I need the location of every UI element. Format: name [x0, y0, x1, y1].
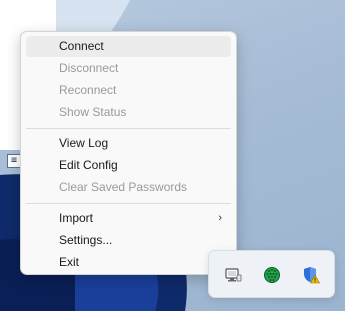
menu-item-view-log[interactable]: View Log: [26, 133, 231, 154]
menu-lines-icon[interactable]: ≡: [7, 154, 21, 168]
openvpn-globe-icon[interactable]: [263, 266, 281, 284]
chevron-right-icon: ›: [218, 212, 222, 224]
menu-item-label: View Log: [59, 136, 109, 150]
menu-item-exit[interactable]: Exit: [26, 252, 231, 273]
menu-item-show-status: Show Status: [26, 102, 231, 123]
menu-item-label: Import: [59, 211, 94, 225]
menu-item-edit-config[interactable]: Edit Config: [26, 155, 231, 176]
menu-item-disconnect: Disconnect: [26, 58, 231, 79]
menu-item-label: Disconnect: [59, 61, 119, 75]
menu-item-label: Exit: [59, 255, 80, 269]
tray-overflow-flyout: [208, 250, 335, 298]
menu-item-label: Show Status: [59, 105, 127, 119]
menu-item-reconnect: Reconnect: [26, 80, 231, 101]
menu-item-label: Connect: [59, 39, 104, 53]
menu-item-label: Edit Config: [59, 158, 118, 172]
menu-item-label: Clear Saved Passwords: [59, 180, 188, 194]
menu-item-settings[interactable]: Settings...: [26, 230, 231, 251]
network-computer-icon[interactable]: [224, 266, 242, 284]
menu-item-import[interactable]: Import ›: [26, 208, 231, 229]
menu-item-label: Settings...: [59, 233, 113, 247]
menu-separator: [26, 203, 231, 204]
context-menu: Connect Disconnect Reconnect Show Status…: [20, 31, 237, 275]
menu-item-connect[interactable]: Connect: [26, 36, 231, 57]
menu-item-label: Reconnect: [59, 83, 117, 97]
windows-security-warning-icon[interactable]: [302, 266, 320, 284]
menu-item-clear-saved-passwords: Clear Saved Passwords: [26, 177, 231, 198]
menu-separator: [26, 128, 231, 129]
